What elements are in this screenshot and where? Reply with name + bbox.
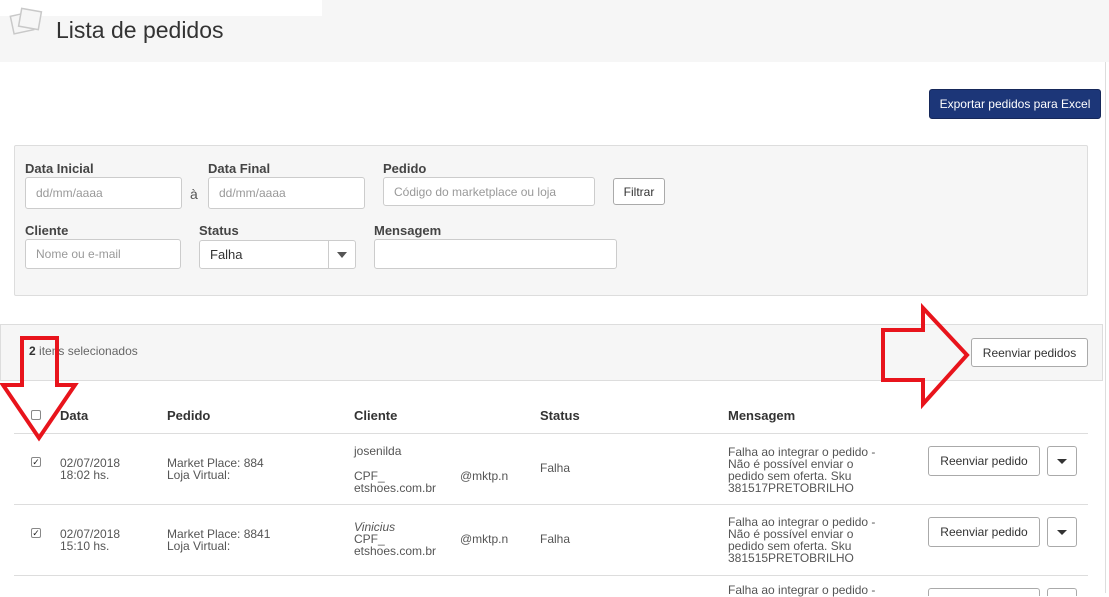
row-actions-dropdown[interactable] <box>1047 446 1077 476</box>
order-status: Falha <box>540 461 571 475</box>
status-select[interactable]: Falha <box>199 240 356 269</box>
message-line: 381515PRETOBRILHO <box>728 551 854 565</box>
header-top-strip <box>0 0 322 16</box>
filter-panel <box>14 145 1088 296</box>
message-line: Falha ao integrar o pedido - <box>728 583 876 597</box>
start-date-label: Data Inicial <box>25 161 94 176</box>
orders-logo-icon <box>9 7 43 35</box>
resend-orders-button[interactable]: Reenviar pedidos <box>971 338 1088 367</box>
col-header-message: Mensagem <box>728 408 796 423</box>
chevron-down-icon <box>337 252 347 258</box>
message-label: Mensagem <box>374 223 442 238</box>
start-date-placeholder: dd/mm/aaaa <box>36 186 103 200</box>
order-search-input[interactable]: Código do marketplace ou loja <box>383 177 595 206</box>
order-time: 18:02 hs. <box>60 468 110 482</box>
resend-order-button[interactable] <box>928 588 1040 596</box>
resend-order-button[interactable]: Reenviar pedido <box>928 446 1040 476</box>
client-name: josenilda <box>354 444 402 458</box>
table-row: ✓ 02/07/2018 15:10 hs. Market Place: 884… <box>0 505 1105 575</box>
page-title: Lista de pedidos <box>56 17 224 43</box>
client-email-host: etshoes.com.br <box>354 481 437 495</box>
right-divider <box>1105 62 1106 593</box>
row-checkbox[interactable]: ✓ <box>31 457 41 467</box>
store-id: Loja Virtual: <box>167 539 231 553</box>
store-id: Loja Virtual: <box>167 468 231 482</box>
row-actions-dropdown[interactable] <box>1047 517 1077 547</box>
right-arrow-annotation <box>881 302 970 410</box>
end-date-label: Data Final <box>208 161 271 176</box>
table-row: ✓ 02/07/2018 18:02 hs. Market Place: 884… <box>0 434 1105 504</box>
col-header-status: Status <box>540 408 580 423</box>
order-time: 15:10 hs. <box>60 539 110 553</box>
chevron-down-icon <box>1057 459 1067 464</box>
end-date-placeholder: dd/mm/aaaa <box>219 186 286 200</box>
client-email-domain: @mktp.n <box>460 469 509 483</box>
col-header-client: Cliente <box>354 408 398 423</box>
client-email-host: etshoes.com.br <box>354 544 437 558</box>
client-label: Cliente <box>25 223 69 238</box>
end-date-input[interactable]: dd/mm/aaaa <box>208 177 365 209</box>
row-actions-dropdown[interactable] <box>1047 588 1077 596</box>
chevron-down-icon <box>1057 530 1067 535</box>
status-label: Status <box>199 223 239 238</box>
client-placeholder: Nome ou e-mail <box>36 247 121 261</box>
row-checkbox[interactable]: ✓ <box>31 528 41 538</box>
date-range-separator: à <box>190 186 198 202</box>
resend-order-button[interactable]: Reenviar pedido <box>928 517 1040 547</box>
status-selected-value: Falha <box>210 247 243 262</box>
start-date-input[interactable]: dd/mm/aaaa <box>25 177 182 209</box>
client-email-domain: @mktp.n <box>460 532 509 546</box>
order-label: Pedido <box>383 161 427 176</box>
row-divider <box>14 575 1088 576</box>
col-header-order: Pedido <box>167 408 211 423</box>
status-select-divider <box>328 241 329 268</box>
order-status: Falha <box>540 532 571 546</box>
export-excel-button[interactable]: Exportar pedidos para Excel <box>929 89 1101 119</box>
filter-button[interactable]: Filtrar <box>613 178 665 205</box>
message-input[interactable] <box>374 239 617 269</box>
client-input[interactable]: Nome ou e-mail <box>25 239 181 269</box>
order-placeholder: Código do marketplace ou loja <box>394 184 557 199</box>
down-arrow-annotation <box>0 336 79 442</box>
message-line: 381517PRETOBRILHO <box>728 481 854 495</box>
